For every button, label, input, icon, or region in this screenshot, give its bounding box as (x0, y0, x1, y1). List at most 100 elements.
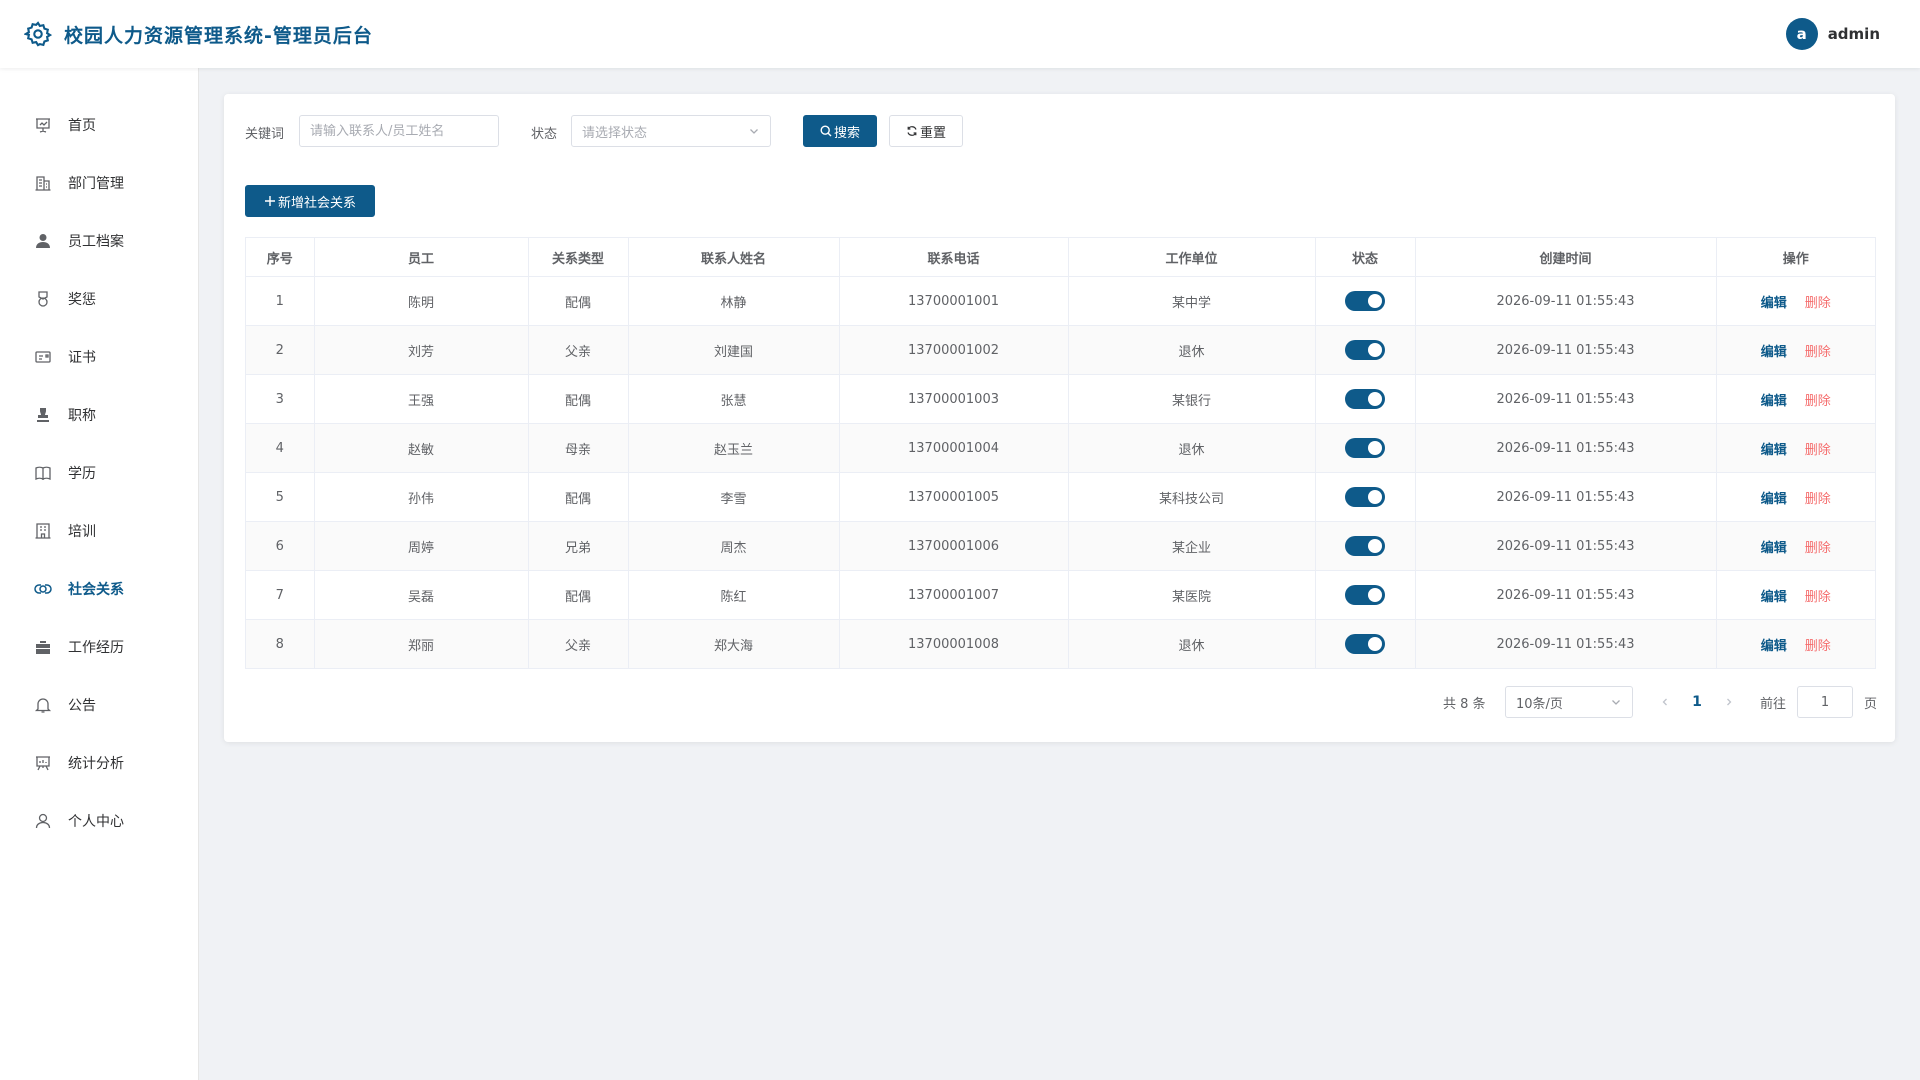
table-row: 5 孙伟 配偶 李雪 13700001005 某科技公司 2026-09-11 … (246, 472, 1875, 522)
username[interactable]: admin (1828, 25, 1880, 43)
column-header[interactable]: 员工 (314, 238, 529, 277)
sidebar-item-announcements[interactable]: 公告 (0, 676, 198, 734)
cell-relation: 配偶 (528, 276, 629, 326)
status-toggle[interactable] (1345, 438, 1385, 458)
edit-link[interactable]: 编辑 (1761, 639, 1787, 654)
sidebar-item-rewards[interactable]: 奖惩 (0, 270, 198, 328)
chevron-down-icon (750, 129, 758, 134)
delete-link[interactable]: 删除 (1805, 541, 1831, 556)
sidebar-item-work-history[interactable]: 工作经历 (0, 618, 198, 676)
cell-status (1315, 472, 1416, 522)
page-number-current[interactable]: 1 (1683, 686, 1711, 718)
sidebar-item-education[interactable]: 学历 (0, 444, 198, 502)
cell-no: 2 (246, 325, 315, 375)
edit-link[interactable]: 编辑 (1761, 345, 1787, 360)
status-toggle[interactable] (1345, 487, 1385, 507)
delete-link[interactable]: 删除 (1805, 345, 1831, 360)
main-card: 关键词 状态 请选择状态 搜索 重置 新增社会关系 序号 员工 关系类型 (224, 94, 1895, 742)
status-toggle[interactable] (1345, 634, 1385, 654)
delete-link[interactable]: 删除 (1805, 443, 1831, 458)
delete-link[interactable]: 删除 (1805, 639, 1831, 654)
reset-button-label: 重置 (919, 125, 946, 141)
column-header[interactable]: 状态 (1315, 238, 1416, 277)
status-toggle[interactable] (1345, 585, 1385, 605)
column-header[interactable]: 联系电话 (839, 238, 1069, 277)
cell-status (1315, 374, 1416, 424)
search-button[interactable]: 搜索 (803, 115, 877, 147)
status-toggle[interactable] (1345, 536, 1385, 556)
column-header[interactable]: 创建时间 (1415, 238, 1717, 277)
status-select[interactable]: 请选择状态 (571, 115, 771, 147)
page-size-select[interactable]: 10条/页 (1505, 686, 1633, 718)
school-icon (35, 523, 51, 539)
sidebar-item-label: 社会关系 (68, 582, 124, 598)
delete-link[interactable]: 删除 (1805, 492, 1831, 507)
cell-status (1315, 570, 1416, 620)
sidebar: 首页 部门管理 员工档案 奖惩 证书 职称 学历 培训 社会关系 工作经历 公告 (0, 68, 199, 1080)
delete-link[interactable]: 删除 (1805, 394, 1831, 409)
column-header[interactable]: 联系人姓名 (628, 238, 840, 277)
add-social-relation-button[interactable]: 新增社会关系 (245, 185, 375, 217)
sidebar-item-certificates[interactable]: 证书 (0, 328, 198, 386)
cell-created: 2026-09-11 01:55:43 (1415, 423, 1717, 473)
cell-contact: 刘建国 (628, 325, 840, 375)
connection-icon (34, 584, 52, 594)
prev-page-button[interactable] (1653, 686, 1677, 718)
table-row: 4 赵敏 母亲 赵玉兰 13700001004 退休 2026-09-11 01… (246, 423, 1875, 473)
status-toggle[interactable] (1345, 291, 1385, 311)
table-row: 8 郑丽 父亲 郑大海 13700001008 退休 2026-09-11 01… (246, 619, 1875, 669)
medal-icon (38, 291, 48, 307)
sidebar-item-training[interactable]: 培训 (0, 502, 198, 560)
sidebar-item-social-relations[interactable]: 社会关系 (0, 560, 198, 618)
sidebar-item-departments[interactable]: 部门管理 (0, 154, 198, 212)
cell-no: 6 (246, 521, 315, 571)
refresh-icon (907, 126, 917, 136)
cell-status (1315, 325, 1416, 375)
column-header[interactable]: 操作 (1716, 238, 1875, 277)
sidebar-item-label: 奖惩 (68, 292, 96, 308)
search-button-label: 搜索 (833, 125, 860, 141)
cell-created: 2026-09-11 01:55:43 (1415, 276, 1717, 326)
goto-page-input[interactable] (1797, 686, 1853, 718)
cell-contact: 周杰 (628, 521, 840, 571)
sidebar-item-titles[interactable]: 职称 (0, 386, 198, 444)
cell-phone: 13700001001 (839, 276, 1069, 326)
delete-link[interactable]: 删除 (1805, 590, 1831, 605)
column-header[interactable]: 工作单位 (1068, 238, 1316, 277)
page-suffix: 页 (1864, 696, 1878, 712)
edit-link[interactable]: 编辑 (1761, 541, 1787, 556)
column-header[interactable]: 序号 (246, 238, 315, 277)
cell-employee: 吴磊 (314, 570, 529, 620)
user-menu[interactable]: a admin (1785, 18, 1880, 50)
cell-status (1315, 521, 1416, 571)
status-toggle[interactable] (1345, 389, 1385, 409)
column-header[interactable]: 关系类型 (528, 238, 629, 277)
edit-link[interactable]: 编辑 (1761, 394, 1787, 409)
edit-link[interactable]: 编辑 (1761, 492, 1787, 507)
brand: 校园人力资源管理系统-管理员后台 (24, 20, 373, 48)
cell-actions: 编辑 删除 (1716, 325, 1875, 375)
edit-link[interactable]: 编辑 (1761, 590, 1787, 605)
cell-phone: 13700001002 (839, 325, 1069, 375)
data-board-icon (36, 756, 50, 771)
status-toggle[interactable] (1345, 340, 1385, 360)
keyword-search-input[interactable] (299, 115, 499, 147)
sidebar-item-statistics[interactable]: 统计分析 (0, 734, 198, 792)
table-row: 7 吴磊 配偶 陈红 13700001007 某医院 2026-09-11 01… (246, 570, 1875, 620)
edit-link[interactable]: 编辑 (1761, 443, 1787, 458)
sidebar-item-label: 职称 (68, 408, 96, 424)
avatar[interactable]: a (1785, 18, 1818, 50)
sidebar-item-profile[interactable]: 个人中心 (0, 792, 198, 850)
sidebar-item-label: 学历 (68, 466, 96, 482)
edit-link[interactable]: 编辑 (1761, 296, 1787, 311)
suitcase-icon (36, 641, 50, 654)
next-page-button[interactable] (1717, 686, 1741, 718)
cell-relation: 父亲 (528, 325, 629, 375)
reset-button[interactable]: 重置 (889, 115, 963, 147)
sidebar-item-home[interactable]: 首页 (0, 96, 198, 154)
chevron-left-icon (1662, 698, 1667, 706)
chevron-down-icon (1612, 700, 1620, 705)
sidebar-item-employees[interactable]: 员工档案 (0, 212, 198, 270)
delete-link[interactable]: 删除 (1805, 296, 1831, 311)
cell-contact: 李雪 (628, 472, 840, 522)
